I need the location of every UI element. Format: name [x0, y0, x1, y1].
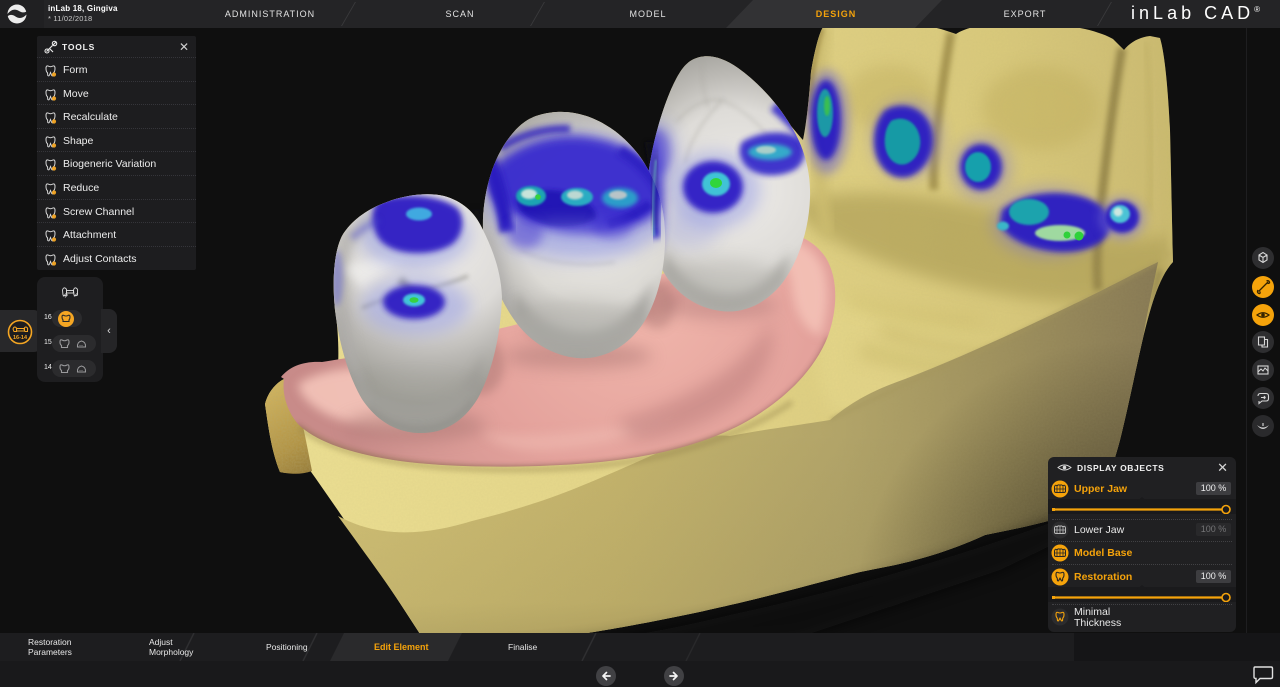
svg-text:16-14: 16-14: [13, 335, 28, 341]
